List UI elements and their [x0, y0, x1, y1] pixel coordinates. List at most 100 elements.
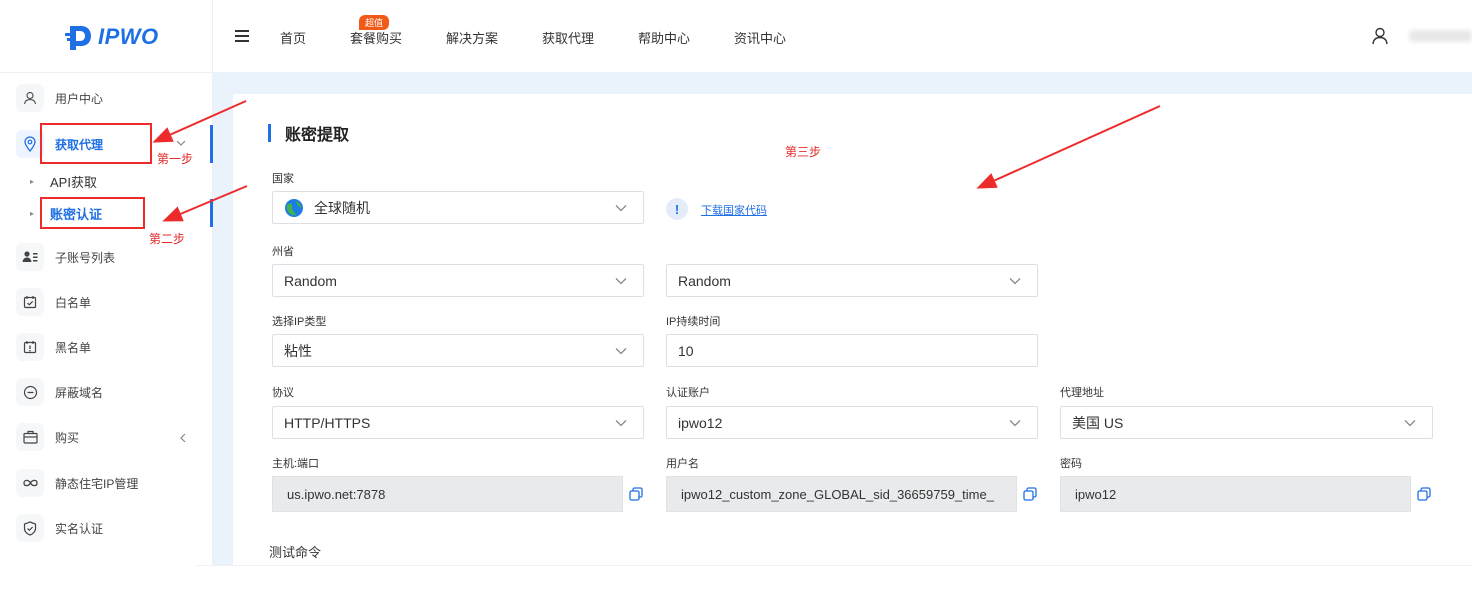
sidebar-item-label: 用户中心	[55, 91, 104, 106]
nav-help-center[interactable]: 帮助中心	[638, 28, 690, 47]
logo-text: IPWO	[98, 24, 159, 49]
host-port-field[interactable]: us.ipwo.net:7878	[272, 476, 623, 512]
top-navbar: 首页 超值 套餐购买 解决方案 获取代理 帮助中心 资讯中心	[213, 0, 1472, 72]
sidebar-item-label: 白名单	[55, 295, 92, 310]
password-value: ipwo12	[1075, 486, 1117, 502]
protocol-select[interactable]: HTTP/HTTPS	[272, 406, 644, 439]
state-label: 州省	[272, 246, 294, 258]
chevron-down-icon	[615, 278, 627, 285]
sidebar-item-user-center[interactable]: 用户中心	[16, 81, 103, 115]
menu-icon[interactable]	[235, 30, 249, 42]
annotation-step2: 第二步	[149, 232, 186, 246]
state-value: Random	[284, 272, 337, 289]
chevron-left-icon[interactable]	[179, 433, 186, 443]
country-select[interactable]: 全球随机	[272, 191, 644, 224]
sidebar-item-real-name[interactable]: 实名认证	[16, 511, 103, 545]
sidebar: IPWO 用户中心 获取代理 ▸ API获取 ▸ 账密认证 子账号列表 白名单 …	[0, 0, 213, 565]
annotation-step3: 第三步	[785, 145, 822, 159]
sidebar-item-whitelist[interactable]: 白名单	[16, 285, 91, 319]
sidebar-item-label: 子账号列表	[55, 250, 116, 265]
annotation-box-account-auth	[40, 197, 145, 229]
copy-icon[interactable]	[1023, 487, 1037, 501]
annotation-box-get-proxy	[40, 123, 152, 164]
host-port-value: us.ipwo.net:7878	[287, 486, 386, 502]
proxy-address-select[interactable]: 美国 US	[1060, 406, 1433, 439]
globe-icon	[285, 198, 303, 217]
user-icon	[16, 84, 44, 112]
auth-account-value: ipwo12	[678, 414, 723, 431]
host-port-label: 主机:端口	[272, 458, 320, 470]
nav-get-proxy[interactable]: 获取代理	[542, 28, 594, 47]
user-avatar-icon[interactable]	[1372, 27, 1388, 45]
page-title-text: 账密提取	[285, 127, 350, 144]
nav-solutions[interactable]: 解决方案	[446, 28, 498, 47]
city-value: Random	[678, 272, 731, 289]
download-country-code-link[interactable]: 下载国家代码	[701, 202, 767, 218]
infinity-icon	[16, 469, 44, 497]
logo-mark-icon	[65, 26, 91, 50]
ip-type-label: 选择IP类型	[272, 316, 327, 328]
city-select[interactable]: Random	[666, 264, 1038, 297]
chevron-down-icon[interactable]	[176, 139, 186, 147]
bottom-strip	[196, 565, 1472, 613]
state-select[interactable]: Random	[272, 264, 644, 297]
info-icon: !	[666, 198, 688, 220]
nav-news[interactable]: 资讯中心	[734, 28, 786, 47]
chevron-down-icon	[1404, 420, 1416, 427]
country-value: 全球随机	[314, 199, 370, 216]
sub-accounts-icon	[16, 243, 44, 271]
blocked-domain-icon	[16, 378, 44, 406]
sidebar-divider	[0, 72, 213, 73]
title-accent-bar	[268, 124, 271, 142]
nav-packages[interactable]: 套餐购买	[350, 28, 402, 47]
chevron-down-icon	[615, 348, 627, 355]
ip-type-select[interactable]: 粘性	[272, 334, 644, 367]
bullet-icon: ▸	[30, 176, 35, 186]
username-label: 用户名	[666, 458, 699, 470]
auth-account-select[interactable]: ipwo12	[666, 406, 1038, 439]
sidebar-item-purchase[interactable]: 购买	[16, 420, 79, 454]
sidebar-item-label: 购买	[55, 430, 80, 445]
sidebar-item-label: 静态住宅IP管理	[55, 476, 139, 491]
sidebar-subitem-api[interactable]: ▸ API获取	[30, 170, 97, 192]
username-value: ipwo12_custom_zone_GLOBAL_sid_36659759_t…	[681, 486, 994, 502]
chevron-down-icon	[1009, 420, 1021, 427]
whitelist-icon	[16, 288, 44, 316]
username-field[interactable]: ipwo12_custom_zone_GLOBAL_sid_36659759_t…	[666, 476, 1017, 512]
brand-logo[interactable]: IPWO	[64, 22, 159, 52]
sidebar-item-blacklist[interactable]: 黑名单	[16, 330, 91, 364]
protocol-value: HTTP/HTTPS	[284, 414, 371, 431]
page-title: 账密提取	[268, 121, 349, 145]
sidebar-item-blocked-domains[interactable]: 屏蔽域名	[16, 375, 103, 409]
sidebar-subitem-label: API获取	[50, 174, 97, 190]
proxy-address-label: 代理地址	[1060, 387, 1104, 399]
username-blurred	[1409, 30, 1472, 42]
cart-icon	[16, 423, 44, 451]
bullet-icon: ▸	[30, 208, 35, 218]
protocol-label: 协议	[272, 387, 294, 399]
ip-duration-value: 10	[678, 342, 694, 359]
password-label: 密码	[1060, 458, 1082, 470]
proxy-address-value: 美国 US	[1072, 414, 1124, 431]
nav-home[interactable]: 首页	[280, 28, 306, 47]
copy-icon[interactable]	[1417, 487, 1431, 501]
chevron-down-icon	[1009, 278, 1021, 285]
test-command-heading: 测试命令	[269, 545, 322, 560]
sidebar-item-label: 实名认证	[55, 521, 104, 536]
annotation-step1: 第一步	[157, 152, 194, 166]
ip-duration-input[interactable]: 10	[666, 334, 1038, 367]
copy-icon[interactable]	[629, 487, 643, 501]
country-label: 国家	[272, 173, 294, 185]
sidebar-item-label: 黑名单	[55, 340, 92, 355]
blacklist-icon	[16, 333, 44, 361]
ip-type-value: 粘性	[284, 342, 312, 359]
sidebar-item-sub-accounts[interactable]: 子账号列表	[16, 240, 115, 274]
chevron-down-icon	[615, 420, 627, 427]
password-field[interactable]: ipwo12	[1060, 476, 1411, 512]
auth-account-label: 认证账户	[666, 387, 710, 399]
sidebar-item-label: 屏蔽域名	[55, 385, 104, 400]
app-frame: IPWO 用户中心 获取代理 ▸ API获取 ▸ 账密认证 子账号列表 白名单 …	[0, 0, 1472, 613]
sidebar-item-static-ip[interactable]: 静态住宅IP管理	[16, 466, 138, 500]
ip-duration-label: IP持续时间	[666, 316, 721, 328]
shield-check-icon	[16, 514, 44, 542]
